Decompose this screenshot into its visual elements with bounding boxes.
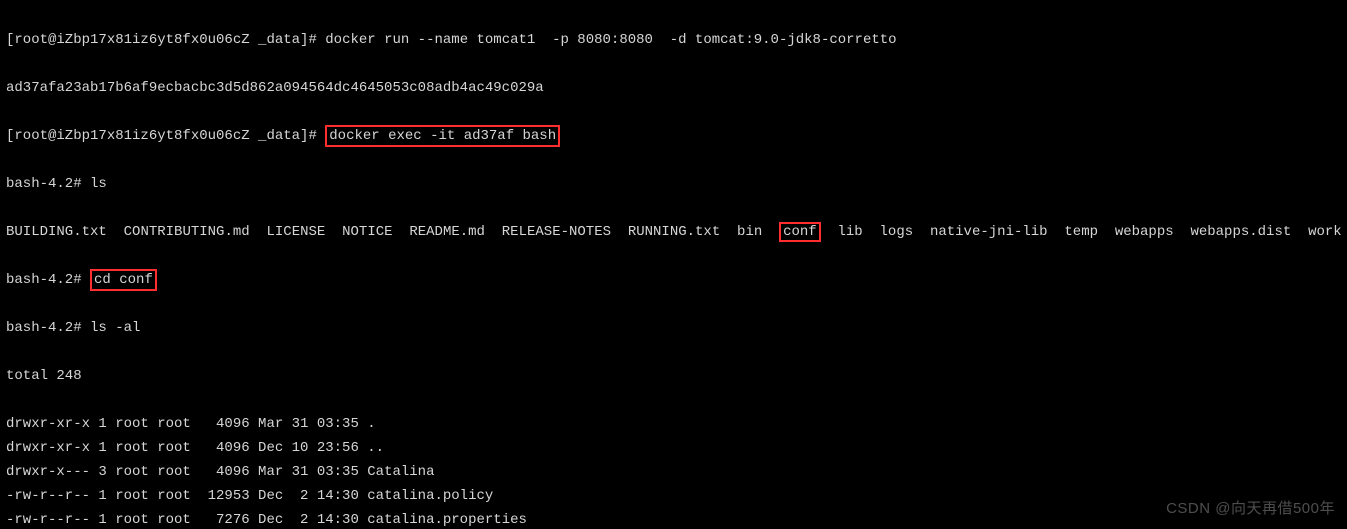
ls-al-row: -rw-r--r-- 1 root root 12953 Dec 2 14:30…: [6, 484, 1341, 508]
ls-al-row: drwxr-xr-x 1 root root 4096 Dec 10 23:56…: [6, 436, 1341, 460]
prompt-bash: bash-4.2#: [6, 320, 82, 336]
line-docker-run: [root@iZbp17x81iz6yt8fx0u06cZ _data]# do…: [6, 28, 1341, 52]
ls-item: LICENSE: [266, 224, 325, 240]
line-ls-al: bash-4.2# ls -al: [6, 316, 1341, 340]
ls-item: work: [1308, 224, 1342, 240]
ls-item: README.md: [409, 224, 485, 240]
terminal-output[interactable]: [root@iZbp17x81iz6yt8fx0u06cZ _data]# do…: [0, 0, 1347, 529]
highlight-docker-exec: docker exec -it ad37af bash: [325, 125, 560, 147]
highlight-conf-dir: conf: [779, 222, 821, 242]
file-name: Catalina: [367, 464, 434, 480]
prompt-host: [root@iZbp17x81iz6yt8fx0u06cZ _data]#: [6, 128, 317, 144]
ls-al-row: -rw-r--r-- 1 root root 7276 Dec 2 14:30 …: [6, 508, 1341, 529]
ls-item: temp: [1064, 224, 1098, 240]
ls-item: lib: [838, 224, 863, 240]
cmd-docker-run: docker run --name tomcat1 -p 8080:8080 -…: [325, 32, 896, 48]
line-docker-exec: [root@iZbp17x81iz6yt8fx0u06cZ _data]# do…: [6, 124, 1341, 148]
prompt-bash: bash-4.2#: [6, 176, 82, 192]
file-name: catalina.properties: [367, 512, 527, 528]
line-cd-conf: bash-4.2# cd conf: [6, 268, 1341, 292]
cmd-ls: ls: [90, 176, 107, 192]
cmd-ls-al: ls -al: [90, 320, 140, 336]
prompt-bash: bash-4.2#: [6, 272, 82, 288]
prompt-host: [root@iZbp17x81iz6yt8fx0u06cZ _data]#: [6, 32, 317, 48]
line-container-id: ad37afa23ab17b6af9ecbacbc3d5d862a094564d…: [6, 76, 1341, 100]
ls-item: NOTICE: [342, 224, 392, 240]
ls-al-row: drwxr-x--- 3 root root 4096 Mar 31 03:35…: [6, 460, 1341, 484]
highlight-cd-conf: cd conf: [90, 269, 157, 291]
line-total: total 248: [6, 364, 1341, 388]
ls-item: RELEASE-NOTES: [502, 224, 611, 240]
ls-item: CONTRIBUTING.md: [124, 224, 250, 240]
ls-item: webapps.dist: [1190, 224, 1291, 240]
ls-item: BUILDING.txt: [6, 224, 107, 240]
ls-item: bin: [737, 224, 762, 240]
file-name: .: [367, 416, 375, 432]
ls-item: native-jni-lib: [930, 224, 1048, 240]
line-ls-output: BUILDING.txt CONTRIBUTING.md LICENSE NOT…: [6, 220, 1341, 244]
watermark-text: CSDN @向天再借500年: [1166, 497, 1335, 521]
ls-item: logs: [880, 224, 914, 240]
ls-item: webapps: [1115, 224, 1174, 240]
file-name: ..: [367, 440, 384, 456]
ls-al-row: drwxr-xr-x 1 root root 4096 Mar 31 03:35…: [6, 412, 1341, 436]
ls-item: RUNNING.txt: [628, 224, 720, 240]
line-ls: bash-4.2# ls: [6, 172, 1341, 196]
file-name: catalina.policy: [367, 488, 493, 504]
